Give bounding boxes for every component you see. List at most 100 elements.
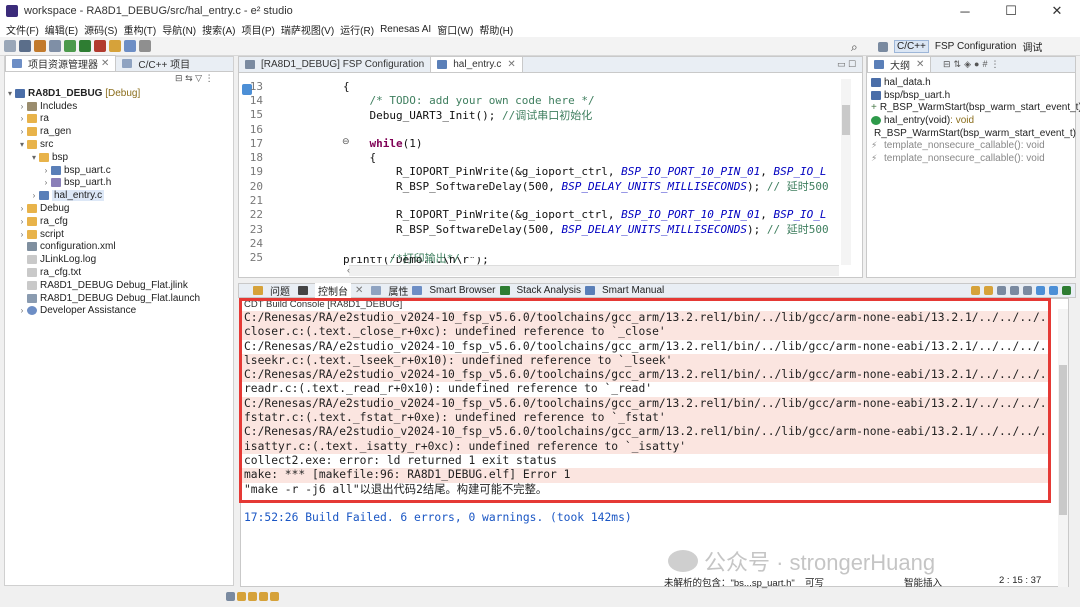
tab-stack-analysis[interactable]: Stack Analysis xyxy=(517,285,581,296)
build-icon[interactable] xyxy=(19,40,31,52)
minimize-view-icon[interactable]: ▭ xyxy=(837,59,846,69)
tab-smart-manual[interactable]: Smart Manual xyxy=(602,285,664,296)
outline-item[interactable]: hal_entry(void) : void xyxy=(871,114,1075,127)
pin-console-icon[interactable] xyxy=(1036,286,1045,295)
scroll-left-icon[interactable]: ‹ xyxy=(347,265,350,275)
tab-cpp-projects[interactable]: C/C++ 项目 xyxy=(116,55,196,71)
scrollbar-thumb[interactable] xyxy=(842,105,850,135)
close-tab-icon[interactable]: ✕ xyxy=(507,59,515,70)
menu-search[interactable]: 搜索(A) xyxy=(202,22,235,37)
menu-help[interactable]: 帮助(H) xyxy=(479,22,513,37)
outline-item[interactable]: hal_data.h xyxy=(871,76,1075,89)
menu-file[interactable]: 文件(F) xyxy=(6,22,39,37)
editor-vscrollbar[interactable] xyxy=(841,79,851,265)
open-type-icon[interactable] xyxy=(124,40,136,52)
maximize-button[interactable]: ☐ xyxy=(988,0,1034,22)
tree-item[interactable]: › bsp_uart.h xyxy=(5,177,233,190)
next-error-icon[interactable] xyxy=(971,286,980,295)
paragraph-icon[interactable] xyxy=(139,40,151,52)
scroll-lock-icon[interactable] xyxy=(1010,286,1019,295)
outline-item[interactable]: R_BSP_WarmStart(bsp_warm_start_event_t) xyxy=(871,127,1076,140)
perspective-debug[interactable]: 调试 xyxy=(1022,39,1042,54)
tab-outline[interactable]: 大纲 ✕ xyxy=(867,56,932,72)
tree-item[interactable]: RA8D1_DEBUG Debug_Flat.jlink xyxy=(5,279,233,292)
tree-item[interactable]: ▾ src xyxy=(5,138,233,151)
tab-smart-browser[interactable]: Smart Browser xyxy=(429,285,495,296)
tab-problems[interactable]: 问题 xyxy=(270,283,290,298)
c-file-icon xyxy=(39,191,49,201)
tree-item[interactable]: › Includes xyxy=(5,100,233,113)
scrollbar-thumb[interactable] xyxy=(1059,365,1067,515)
outline-item[interactable]: ⚡ template_nonsecure_callable() : void xyxy=(871,139,1075,152)
prev-error-icon[interactable] xyxy=(984,286,993,295)
copy-build-log-icon[interactable] xyxy=(997,286,1006,295)
tree-item-selected[interactable]: › hal_entry.c xyxy=(5,189,233,202)
tree-item[interactable]: ▾ bsp xyxy=(5,151,233,164)
close-tab-icon[interactable]: ✕ xyxy=(916,59,924,70)
tree-item[interactable]: ra_cfg.txt xyxy=(5,266,233,279)
perspective-cpp[interactable]: C/C++ xyxy=(894,40,929,53)
tree-item[interactable]: › ra_cfg xyxy=(5,215,233,228)
menu-source[interactable]: 源码(S) xyxy=(84,22,117,37)
tab-hal-entry[interactable]: hal_entry.c ✕ xyxy=(430,56,523,72)
tree-item[interactable]: › ra_gen xyxy=(5,125,233,138)
menu-edit[interactable]: 编辑(E) xyxy=(45,22,78,37)
filter-icon[interactable]: ▽ xyxy=(195,73,202,83)
tree-item[interactable]: › bsp_uart.c xyxy=(5,164,233,177)
view-menu-icon[interactable]: ⋮ xyxy=(990,59,999,70)
hammer-icon[interactable] xyxy=(34,40,46,52)
search-icon[interactable]: ⌕ xyxy=(851,40,858,55)
view-menu-icon[interactable]: ⋮ xyxy=(205,73,214,83)
tree-item[interactable]: › Developer Assistance xyxy=(5,305,233,318)
close-window-button[interactable]: ✕ xyxy=(1034,0,1080,22)
hide-nonpublic-icon[interactable]: # xyxy=(982,59,987,70)
run-icon[interactable] xyxy=(79,40,91,52)
editor-hscrollbar[interactable]: ‹ xyxy=(347,265,839,276)
maximize-view-icon[interactable]: ☐ xyxy=(848,59,856,69)
menu-project[interactable]: 项目(P) xyxy=(241,22,274,37)
tab-properties[interactable]: 属性 xyxy=(388,283,408,298)
tree-project-root[interactable]: ▾ RA8D1_DEBUG [Debug] xyxy=(5,87,233,100)
target-icon[interactable] xyxy=(49,40,61,52)
perspective-fsp[interactable]: FSP Configuration xyxy=(935,41,1017,52)
console-vscrollbar[interactable] xyxy=(1058,309,1068,587)
tree-item[interactable]: RA8D1_DEBUG Debug_Flat.launch xyxy=(5,292,233,305)
tree-item[interactable]: › Debug xyxy=(5,202,233,215)
tree-item[interactable]: › script xyxy=(5,228,233,241)
minimize-button[interactable]: ─ xyxy=(942,0,988,22)
link-editor-icon[interactable]: ⇆ xyxy=(185,73,193,83)
outline-item[interactable]: ⚡ template_nonsecure_callable() : void xyxy=(871,152,1075,165)
open-console-icon[interactable] xyxy=(1062,286,1071,295)
tab-console[interactable]: 控制台 xyxy=(315,283,351,298)
display-console-icon[interactable] xyxy=(1049,286,1058,295)
menu-refactor[interactable]: 重构(T) xyxy=(123,22,156,37)
tab-project-explorer[interactable]: 项目资源管理器 ✕ xyxy=(5,55,117,71)
tree-item[interactable]: JLinkLog.log xyxy=(5,253,233,266)
code-area[interactable]: 13 {14 /* TODO: add your own code here */… xyxy=(239,79,850,265)
debug-icon[interactable] xyxy=(64,40,76,52)
close-tab-icon[interactable]: ✕ xyxy=(101,58,109,69)
sort-icon[interactable]: ⇅ xyxy=(954,59,962,70)
tab-fsp-configuration[interactable]: [RA8D1_DEBUG] FSP Configuration xyxy=(239,56,430,72)
save-icon[interactable] xyxy=(4,40,16,52)
include-icon xyxy=(871,90,881,100)
close-tab-icon[interactable]: ✕ xyxy=(355,285,363,296)
console-output[interactable]: C:/Renesas/RA/e2studio_v2024-10_fsp_v5.6… xyxy=(241,311,1068,497)
menu-run[interactable]: 运行(R) xyxy=(340,22,374,37)
outline-item[interactable]: bsp/bsp_uart.h xyxy=(871,89,1075,102)
collapse-all-icon[interactable]: ⊟ xyxy=(943,59,951,70)
menu-navigate[interactable]: 导航(N) xyxy=(162,22,196,37)
clear-console-icon[interactable] xyxy=(1023,286,1032,295)
hide-static-icon[interactable]: ● xyxy=(974,59,979,70)
outline-item[interactable]: + R_BSP_WarmStart(bsp_warm_start_event_t) xyxy=(871,101,1080,114)
external-tools-icon[interactable] xyxy=(94,40,106,52)
collapse-all-icon[interactable]: ⊟ xyxy=(175,73,183,83)
hide-fields-icon[interactable]: ◈ xyxy=(964,59,971,70)
tree-item[interactable]: › ra xyxy=(5,113,233,126)
open-perspective-icon[interactable] xyxy=(878,41,888,52)
menu-window[interactable]: 窗口(W) xyxy=(437,22,473,37)
new-class-icon[interactable] xyxy=(109,40,121,52)
menu-renesas-views[interactable]: 瑞萨视图(V) xyxy=(281,22,334,37)
tree-item[interactable]: configuration.xml xyxy=(5,241,233,254)
menu-renesas-ai[interactable]: Renesas AI xyxy=(380,24,431,35)
